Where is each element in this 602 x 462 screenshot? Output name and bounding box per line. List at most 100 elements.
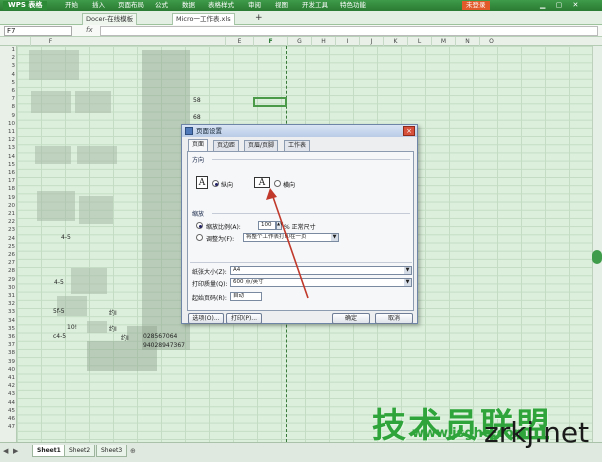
row-header-cell[interactable]: 9 xyxy=(0,113,17,119)
column-header-cell[interactable]: J xyxy=(359,37,383,46)
row-header-cell[interactable]: 39 xyxy=(0,359,17,365)
row-header-cell[interactable]: 15 xyxy=(0,162,17,168)
row-header-cell[interactable]: 1 xyxy=(0,47,17,53)
column-header-cell[interactable]: I xyxy=(335,37,359,46)
grid-cell[interactable]: 58 xyxy=(193,97,201,104)
tab-page[interactable]: 页面 xyxy=(188,139,209,151)
row-header-cell[interactable]: 46 xyxy=(0,416,17,422)
menu-page-layout[interactable]: 页面布局 xyxy=(118,1,144,10)
menu-view[interactable]: 视图 xyxy=(275,1,288,10)
sheet-nav-next-icon[interactable]: ▶ xyxy=(13,447,18,455)
menu-home[interactable]: 开始 xyxy=(65,1,78,10)
scroll-handle[interactable] xyxy=(592,250,602,264)
row-header-cell[interactable]: 18 xyxy=(0,186,17,192)
grid-cell[interactable]: c4-5 xyxy=(53,333,66,340)
column-header-cell[interactable]: G xyxy=(287,37,311,46)
first-page-input[interactable]: 自动 xyxy=(230,292,262,301)
dialog-title-bar[interactable]: 页面设置 × xyxy=(182,125,417,137)
row-header-cell[interactable]: 42 xyxy=(0,383,17,389)
row-header-cell[interactable]: 26 xyxy=(0,252,17,258)
tab-docer[interactable]: Docer-在线模板 xyxy=(82,13,138,25)
row-header-cell[interactable]: 27 xyxy=(0,260,17,266)
grid-cell[interactable]: 10! xyxy=(67,324,77,331)
row-header-cell[interactable]: 25 xyxy=(0,244,17,250)
column-header-cell[interactable]: H xyxy=(311,37,335,46)
landscape-radio[interactable] xyxy=(274,180,281,187)
grid-cell[interactable]: 4-5 xyxy=(54,279,64,286)
grid-cell[interactable]: 028567064 xyxy=(143,333,177,340)
cancel-button[interactable]: 取消 xyxy=(375,313,413,324)
grid-cell[interactable]: 4-5 xyxy=(61,234,71,241)
row-header-cell[interactable]: 3 xyxy=(0,63,17,69)
row-header-cell[interactable]: 41 xyxy=(0,375,17,381)
fx-icon[interactable]: fx xyxy=(86,26,93,34)
formula-input[interactable] xyxy=(100,26,598,36)
column-header-cell[interactable]: L xyxy=(407,37,431,46)
column-header-cell[interactable]: F xyxy=(30,37,70,46)
row-header-cell[interactable]: 29 xyxy=(0,277,17,283)
row-header-cell[interactable]: 47 xyxy=(0,424,17,430)
row-header-cell[interactable]: 4 xyxy=(0,72,17,78)
row-header-cell[interactable]: 30 xyxy=(0,285,17,291)
grid-cell[interactable]: 约I xyxy=(109,324,117,333)
options-button[interactable]: 选项(O)... xyxy=(188,313,224,324)
row-header-cell[interactable]: 40 xyxy=(0,367,17,373)
grid-cell[interactable]: 5f-5 xyxy=(53,308,65,315)
row-header-cell[interactable]: 35 xyxy=(0,326,17,332)
menu-review[interactable]: 审阅 xyxy=(248,1,261,10)
fit-select[interactable]: 将整个工作表打印在一页 ▼ xyxy=(243,233,339,242)
tab-header-footer[interactable]: 页眉/页脚 xyxy=(244,140,279,151)
ok-button[interactable]: 确定 xyxy=(332,313,370,324)
scale-stepper[interactable]: ▲▼ xyxy=(276,221,283,230)
scale-input[interactable]: 100 xyxy=(258,221,276,230)
column-header-cell[interactable]: F xyxy=(253,37,287,46)
row-header-cell[interactable]: 43 xyxy=(0,391,17,397)
row-header-cell[interactable]: 10 xyxy=(0,121,17,127)
row-header-cell[interactable]: 5 xyxy=(0,80,17,86)
row-header-cell[interactable]: 16 xyxy=(0,170,17,176)
row-header-cell[interactable]: 36 xyxy=(0,334,17,340)
row-header-cell[interactable]: 44 xyxy=(0,400,17,406)
row-header-cell[interactable]: 31 xyxy=(0,293,17,299)
grid-cell[interactable]: 68 xyxy=(193,114,201,121)
row-header-cell[interactable]: 20 xyxy=(0,203,17,209)
row-header-cell[interactable]: 17 xyxy=(0,178,17,184)
grid-cell[interactable]: 94028947367 xyxy=(143,342,185,349)
window-controls[interactable]: ▁ ▢ ✕ xyxy=(540,1,582,9)
tab-workbook[interactable]: Micro一工作表.xls xyxy=(172,13,235,25)
landscape-label[interactable]: 横向 xyxy=(283,180,295,189)
login-badge[interactable]: 未登录 xyxy=(462,1,490,10)
scale-label[interactable]: 缩放比例(A): xyxy=(206,222,241,231)
menu-table-style[interactable]: 表格样式 xyxy=(208,1,234,10)
row-header-cell[interactable]: 23 xyxy=(0,227,17,233)
scale-radio[interactable] xyxy=(196,222,203,229)
row-header-cell[interactable]: 45 xyxy=(0,408,17,414)
row-header-cell[interactable]: 22 xyxy=(0,219,17,225)
row-header-cell[interactable]: 28 xyxy=(0,268,17,274)
print-button[interactable]: 打印(P)... xyxy=(226,313,262,324)
sheet-tab[interactable]: Sheet2 xyxy=(64,445,96,457)
sheet-tab[interactable]: Sheet1 xyxy=(32,445,66,457)
row-header-cell[interactable]: 19 xyxy=(0,195,17,201)
row-header-cell[interactable]: 2 xyxy=(0,55,17,61)
active-cell-selection[interactable] xyxy=(253,97,287,107)
menu-features[interactable]: 特色功能 xyxy=(340,1,366,10)
grid-cell[interactable]: 约I xyxy=(121,333,129,342)
fit-radio[interactable] xyxy=(196,234,203,241)
row-header-cell[interactable]: 11 xyxy=(0,129,17,135)
portrait-radio[interactable] xyxy=(212,180,219,187)
name-box[interactable]: F7 xyxy=(4,26,72,36)
vertical-scrollbar[interactable] xyxy=(592,46,602,442)
column-header-cell[interactable]: K xyxy=(383,37,407,46)
row-header-cell[interactable]: 7 xyxy=(0,96,17,102)
row-header-cell[interactable]: 12 xyxy=(0,137,17,143)
menu-insert[interactable]: 插入 xyxy=(92,1,105,10)
add-sheet-icon[interactable]: ⊕ xyxy=(130,447,136,455)
close-icon[interactable]: × xyxy=(403,126,415,136)
row-header-cell[interactable]: 34 xyxy=(0,318,17,324)
row-header-cell[interactable]: 32 xyxy=(0,301,17,307)
row-header-cell[interactable]: 33 xyxy=(0,309,17,315)
row-header-cell[interactable]: 6 xyxy=(0,88,17,94)
row-header-cell[interactable]: 37 xyxy=(0,342,17,348)
tab-sheet[interactable]: 工作表 xyxy=(284,140,311,151)
